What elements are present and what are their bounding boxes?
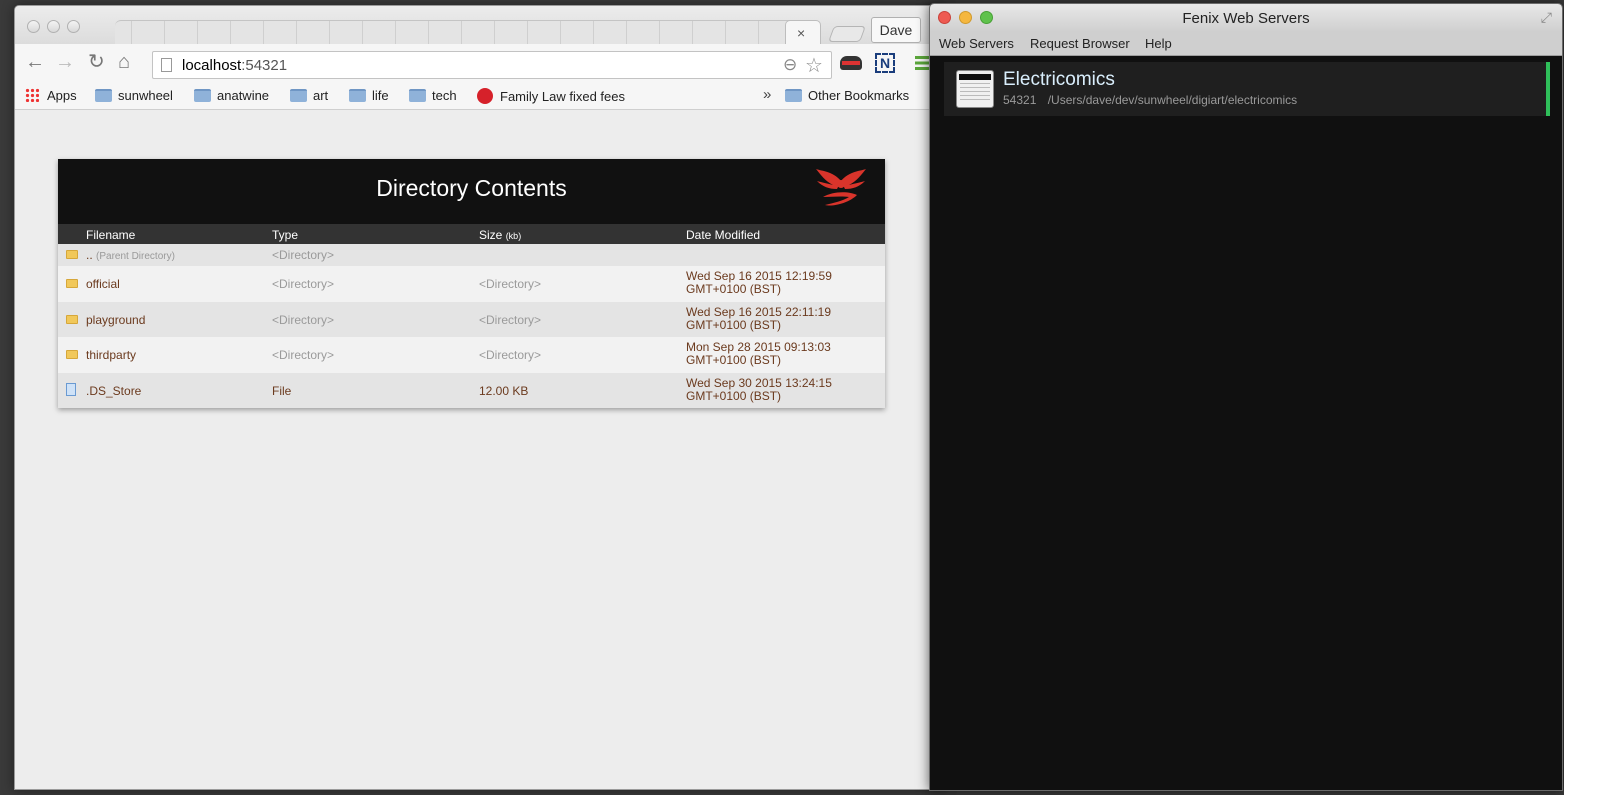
type-cell: <Directory>	[272, 277, 335, 291]
table-row[interactable]: .. (Parent Directory) <Directory>	[58, 244, 885, 266]
table-row[interactable]: official <Directory> <Directory> Wed Sep…	[58, 266, 885, 302]
table-row[interactable]: playground <Directory> <Directory> Wed S…	[58, 301, 885, 337]
type-cell: <Directory>	[272, 248, 335, 262]
filename-link[interactable]: .DS_Store	[86, 384, 141, 398]
column-size[interactable]: Size (kb)	[479, 228, 521, 242]
folder-icon	[66, 313, 78, 324]
browser-titlebar: × Dave ⤢	[15, 6, 944, 44]
fenix-logo-icon	[816, 169, 866, 206]
browser-toolbar: ← → ↻ ⌂ localhost:54321 ⊖ ☆ N	[15, 44, 944, 82]
date-cell: Wed Sep 16 2015 12:19:59 GMT+0100 (BST)	[686, 269, 832, 296]
bookmark-art[interactable]: art	[290, 88, 328, 103]
close-window-button[interactable]	[27, 20, 40, 33]
fenix-menubar: Web Servers Request Browser Help	[930, 32, 1562, 56]
type-cell: <Directory>	[272, 312, 335, 327]
forward-icon[interactable]: →	[55, 52, 75, 72]
zoom-icon[interactable]: ⊖	[783, 55, 797, 75]
folder-icon	[66, 348, 78, 359]
date-cell: Mon Sep 28 2015 09:13:03 GMT+0100 (BST)	[686, 340, 831, 367]
window-title: Fenix Web Servers	[1182, 10, 1310, 27]
menu-web-servers[interactable]: Web Servers	[939, 36, 1014, 51]
minimize-window-button[interactable]	[47, 20, 60, 33]
address-bar[interactable]: localhost:54321 ⊖ ☆	[152, 51, 832, 79]
server-thumbnail	[956, 70, 994, 108]
extension-mask-icon[interactable]	[840, 56, 862, 70]
extension-n-icon[interactable]: N	[875, 53, 895, 73]
server-path: /Users/dave/dev/sunwheel/digiart/electri…	[1047, 93, 1298, 107]
folder-icon	[349, 89, 366, 102]
filename-link[interactable]: thirdparty	[86, 348, 136, 362]
menu-help[interactable]: Help	[1145, 36, 1172, 51]
fenix-window: Fenix Web Servers ⤢ Web Servers Request …	[929, 3, 1563, 791]
bookmark-tech[interactable]: tech	[409, 88, 457, 103]
filename-link[interactable]: official	[86, 277, 120, 291]
folder-icon	[95, 89, 112, 102]
size-cell: 12.00 KB	[479, 383, 529, 398]
size-cell: <Directory>	[479, 312, 542, 327]
desktop-edge	[1564, 0, 1600, 795]
filename-link[interactable]: playground	[86, 313, 145, 327]
fenix-titlebar: Fenix Web Servers ⤢	[930, 4, 1562, 32]
table-header: Filename Type Size (kb) Date Modified	[58, 224, 885, 244]
folder-icon	[66, 277, 78, 288]
bookmark-other[interactable]: Other Bookmarks	[785, 88, 909, 103]
type-cell: <Directory>	[272, 348, 335, 362]
fullscreen-icon[interactable]: ⤢	[1541, 9, 1552, 26]
bookmark-apps[interactable]: Apps	[25, 88, 77, 103]
home-icon[interactable]: ⌂	[118, 52, 130, 72]
bookmark-life[interactable]: life	[349, 88, 389, 103]
column-date[interactable]: Date Modified	[686, 228, 760, 242]
column-type[interactable]: Type	[272, 228, 298, 242]
bookmark-star-icon[interactable]: ☆	[805, 53, 823, 78]
more-bookmarks-chevron[interactable]: »	[763, 86, 771, 103]
apps-icon	[25, 88, 39, 102]
folder-icon	[409, 89, 426, 102]
server-port: 54321	[1003, 93, 1037, 107]
new-tab-button[interactable]	[828, 26, 866, 42]
directory-title: Directory Contents	[376, 175, 567, 201]
file-icon	[66, 382, 76, 396]
directory-panel: Directory Contents Filename Type Size (k…	[58, 159, 885, 408]
tab-strip[interactable]	[115, 20, 815, 44]
zoom-window-button[interactable]	[67, 20, 80, 33]
size-cell: <Directory>	[479, 348, 542, 362]
column-filename[interactable]: Filename	[86, 228, 135, 242]
folder-icon	[194, 89, 211, 102]
back-icon[interactable]: ←	[25, 52, 45, 72]
size-cell: <Directory>	[479, 277, 542, 291]
folder-icon	[785, 89, 802, 102]
url-text[interactable]: localhost:54321	[182, 57, 287, 74]
page-content: Directory Contents Filename Type Size (k…	[15, 111, 944, 789]
profile-button[interactable]: Dave	[871, 17, 921, 43]
page-icon	[161, 58, 172, 72]
menu-request-browser[interactable]: Request Browser	[1030, 36, 1130, 51]
bookmark-family-law[interactable]: Family Law fixed fees	[477, 88, 625, 104]
browser-window: × Dave ⤢ ← → ↻ ⌂ localhost:54321 ⊖ ☆ N A…	[14, 5, 945, 790]
bookmark-sunwheel[interactable]: sunwheel	[95, 88, 173, 103]
server-card[interactable]: Electricomics 54321 /Users/dave/dev/sunw…	[944, 62, 1550, 116]
date-cell: Wed Sep 16 2015 22:11:19 GMT+0100 (BST)	[686, 304, 832, 332]
table-row[interactable]: .DS_Store File 12.00 KB Wed Sep 30 2015 …	[58, 372, 885, 408]
directory-header: Directory Contents	[58, 159, 885, 224]
server-name: Electricomics	[1003, 69, 1115, 90]
family-law-icon	[477, 88, 493, 104]
type-cell: File	[272, 383, 292, 398]
folder-icon	[66, 248, 78, 259]
bookmarks-bar: Apps sunwheel anatwine art life tech Fam…	[15, 82, 944, 110]
tab-close-icon[interactable]: ×	[797, 25, 805, 41]
table-row[interactable]: thirdparty <Directory> <Directory> Mon S…	[58, 337, 885, 373]
reload-icon[interactable]: ↻	[88, 52, 105, 72]
filename-link[interactable]: .. (Parent Directory)	[86, 248, 175, 262]
date-cell: Wed Sep 30 2015 13:24:15 GMT+0100 (BST)	[686, 375, 832, 403]
bookmark-anatwine[interactable]: anatwine	[194, 88, 269, 103]
folder-icon	[290, 89, 307, 102]
server-meta: 54321 /Users/dave/dev/sunwheel/digiart/e…	[1003, 93, 1297, 107]
